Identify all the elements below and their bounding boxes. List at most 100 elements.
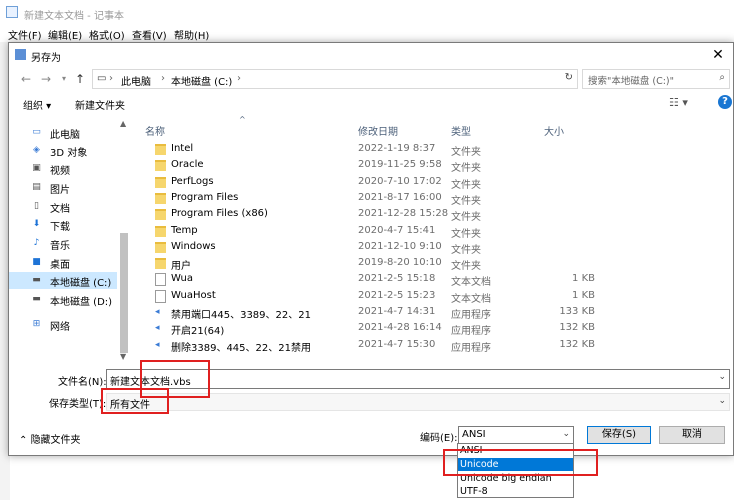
chevron-down-icon[interactable]: ⌄ bbox=[718, 372, 726, 382]
filetype-label: 保存类型(T): bbox=[49, 399, 107, 410]
cell-date: 2021-2-5 15:23 bbox=[358, 289, 436, 301]
text-file-icon bbox=[155, 273, 166, 287]
cell-type: 应用程序 bbox=[451, 310, 491, 321]
hide-folders-toggle[interactable]: ⌃ 隐藏文件夹 bbox=[19, 431, 81, 446]
table-row[interactable]: Wua 2021-2-5 15:18 文本文档 1 KB bbox=[139, 271, 733, 288]
cell-type: 应用程序 bbox=[451, 326, 491, 338]
search-input[interactable]: 搜索"本地磁盘 (C:)" ⌕ bbox=[582, 69, 730, 89]
cell-type: 文件夹 bbox=[451, 179, 481, 191]
encoding-label: 编码(E): bbox=[420, 433, 458, 444]
cell-name: 用户 bbox=[171, 261, 191, 273]
scroll-up-icon[interactable]: ▲ bbox=[120, 119, 126, 128]
menu-view[interactable]: 查看(V) bbox=[132, 27, 167, 42]
nav-network[interactable]: ⊞ 网络 bbox=[9, 316, 117, 333]
application-icon: ◂ bbox=[155, 339, 160, 350]
filename-label: 文件名(N): bbox=[58, 377, 107, 388]
encoding-select[interactable]: ANSI ⌄ bbox=[458, 426, 574, 444]
nav-music[interactable]: ♪ 音乐 bbox=[9, 235, 117, 252]
table-row[interactable]: 用户 2019-8-20 10:10 文件夹 bbox=[139, 255, 733, 273]
back-icon[interactable]: ← bbox=[19, 71, 33, 87]
cell-name: Oracle bbox=[171, 159, 204, 171]
cell-date: 2021-4-28 16:14 bbox=[358, 322, 442, 334]
cell-date: 2019-11-25 9:58 bbox=[358, 159, 442, 171]
cube-icon: ◈ bbox=[33, 145, 40, 155]
menu-help[interactable]: 帮助(H) bbox=[174, 27, 209, 42]
dialog-icon bbox=[15, 49, 26, 60]
table-row[interactable]: Windows 2021-12-10 9:10 文件夹 bbox=[139, 239, 733, 256]
nav-local-disk-c[interactable]: ▬ 本地磁盘 (C:) bbox=[9, 272, 117, 289]
table-row[interactable]: ◂ 删除3389、445、22、21禁用 2021-4-7 15:30 应用程序 132… bbox=[139, 337, 733, 354]
save-button[interactable]: 保存(S) bbox=[587, 426, 651, 444]
close-icon[interactable]: ✕ bbox=[707, 45, 729, 65]
menu-file[interactable]: 文件(F) bbox=[8, 27, 42, 42]
scroll-down-icon[interactable]: ▼ bbox=[120, 352, 126, 361]
breadcrumb-chevron-icon: › bbox=[237, 73, 241, 84]
drive-icon: ▬ bbox=[32, 294, 41, 304]
cell-size: 132 KB bbox=[559, 322, 595, 334]
folder-icon bbox=[155, 225, 166, 237]
cell-size: 133 KB bbox=[559, 306, 595, 317]
encoding-option-utf8[interactable]: UTF-8 bbox=[458, 485, 573, 498]
video-icon: ▣ bbox=[32, 163, 41, 173]
nav-documents[interactable]: ▯ 文档 bbox=[9, 198, 117, 215]
cell-date: 2021-4-7 15:30 bbox=[358, 338, 436, 350]
cell-name: WuaHost bbox=[171, 289, 216, 301]
nav-pictures[interactable]: ▤ 图片 bbox=[9, 179, 117, 196]
nav-downloads[interactable]: ⬇ 下载 bbox=[9, 216, 117, 233]
picture-icon: ▤ bbox=[32, 182, 41, 192]
help-icon[interactable]: ? bbox=[718, 95, 732, 109]
breadcrumb-chevron-icon: › bbox=[109, 73, 113, 84]
column-header-size[interactable]: 大小 bbox=[544, 123, 564, 138]
table-row[interactable]: ◂ 开启21(64) 2021-4-28 16:14 应用程序 132 KB bbox=[139, 320, 733, 338]
menu-format[interactable]: 格式(O) bbox=[89, 27, 125, 42]
cancel-button[interactable]: 取消 bbox=[659, 426, 725, 444]
cell-name: Windows bbox=[171, 240, 216, 252]
cell-type: 文件夹 bbox=[451, 163, 481, 175]
cell-date: 2020-7-10 17:02 bbox=[358, 175, 442, 187]
nav-3d-objects[interactable]: ◈ 3D 对象 bbox=[9, 142, 117, 159]
breadcrumb-drive-c[interactable]: 本地磁盘 (C:) bbox=[171, 73, 232, 88]
cell-type: 文件夹 bbox=[451, 147, 481, 158]
column-header-date[interactable]: 修改日期 bbox=[358, 123, 398, 138]
notepad-title: 新建文本文档 - 记事本 bbox=[24, 11, 124, 22]
up-icon[interactable]: ↑ bbox=[73, 71, 87, 87]
nav-videos[interactable]: ▣ 视频 bbox=[9, 160, 117, 177]
cell-name: 开启21(64) bbox=[171, 326, 225, 338]
new-folder-button[interactable]: 新建文件夹 bbox=[75, 97, 125, 112]
nav-desktop[interactable]: ■ 桌面 bbox=[9, 254, 117, 271]
download-icon: ⬇ bbox=[32, 219, 41, 229]
recent-dropdown-icon[interactable]: ▾ bbox=[57, 71, 71, 87]
table-row[interactable]: PerfLogs 2020-7-10 17:02 文件夹 bbox=[139, 174, 733, 191]
address-bar[interactable]: ▭ › 此电脑 › 本地磁盘 (C:) › ↻ bbox=[92, 69, 578, 89]
breadcrumb-this-pc[interactable]: 此电脑 bbox=[121, 73, 151, 88]
table-row[interactable]: Temp 2020-4-7 15:41 文件夹 bbox=[139, 223, 733, 240]
cell-type: 文件夹 bbox=[451, 212, 481, 224]
cell-date: 2021-12-28 15:28 bbox=[358, 208, 449, 220]
table-row[interactable]: Program Files (x86) 2021-12-28 15:28 文件夹 bbox=[139, 206, 733, 224]
table-row[interactable]: Intel 2022-1-19 8:37 文件夹 bbox=[139, 141, 733, 158]
dialog-title: 另存为 bbox=[31, 53, 61, 64]
column-header-type[interactable]: 类型 bbox=[451, 123, 471, 138]
table-row[interactable]: Oracle 2019-11-25 9:58 文件夹 bbox=[139, 157, 733, 175]
cell-size: 1 KB bbox=[572, 273, 595, 285]
view-options-icon[interactable]: ☷ ▾ bbox=[669, 96, 688, 109]
cell-name: Program Files bbox=[171, 191, 239, 203]
table-row[interactable]: ◂ 禁用端口445、3389、22、21 2021-4-7 14:31 应用程序 133… bbox=[139, 304, 733, 321]
folder-icon bbox=[155, 160, 166, 172]
menu-edit[interactable]: 编辑(E) bbox=[48, 27, 82, 42]
refresh-icon[interactable]: ↻ bbox=[565, 72, 573, 83]
nav-local-disk-d[interactable]: ▬ 本地磁盘 (D:) bbox=[9, 291, 117, 308]
table-row[interactable]: Program Files 2021-8-17 16:00 文件夹 bbox=[139, 190, 733, 207]
cell-name: PerfLogs bbox=[171, 175, 214, 187]
nav-scrollbar-thumb[interactable] bbox=[120, 233, 128, 353]
column-header-name[interactable]: 名称 bbox=[145, 123, 165, 138]
cell-name: Wua bbox=[171, 273, 193, 285]
application-icon: ◂ bbox=[155, 323, 160, 334]
cell-date: 2022-1-19 8:37 bbox=[358, 143, 436, 154]
organize-button[interactable]: 组织 ▾ bbox=[23, 97, 51, 112]
cell-type: 文本文档 bbox=[451, 293, 491, 305]
nav-this-pc[interactable]: ▭ 此电脑 bbox=[9, 124, 117, 141]
hide-folders-label: 隐藏文件夹 bbox=[30, 435, 81, 446]
forward-icon[interactable]: → bbox=[39, 71, 53, 87]
table-row[interactable]: WuaHost 2021-2-5 15:23 文本文档 1 KB bbox=[139, 288, 733, 305]
